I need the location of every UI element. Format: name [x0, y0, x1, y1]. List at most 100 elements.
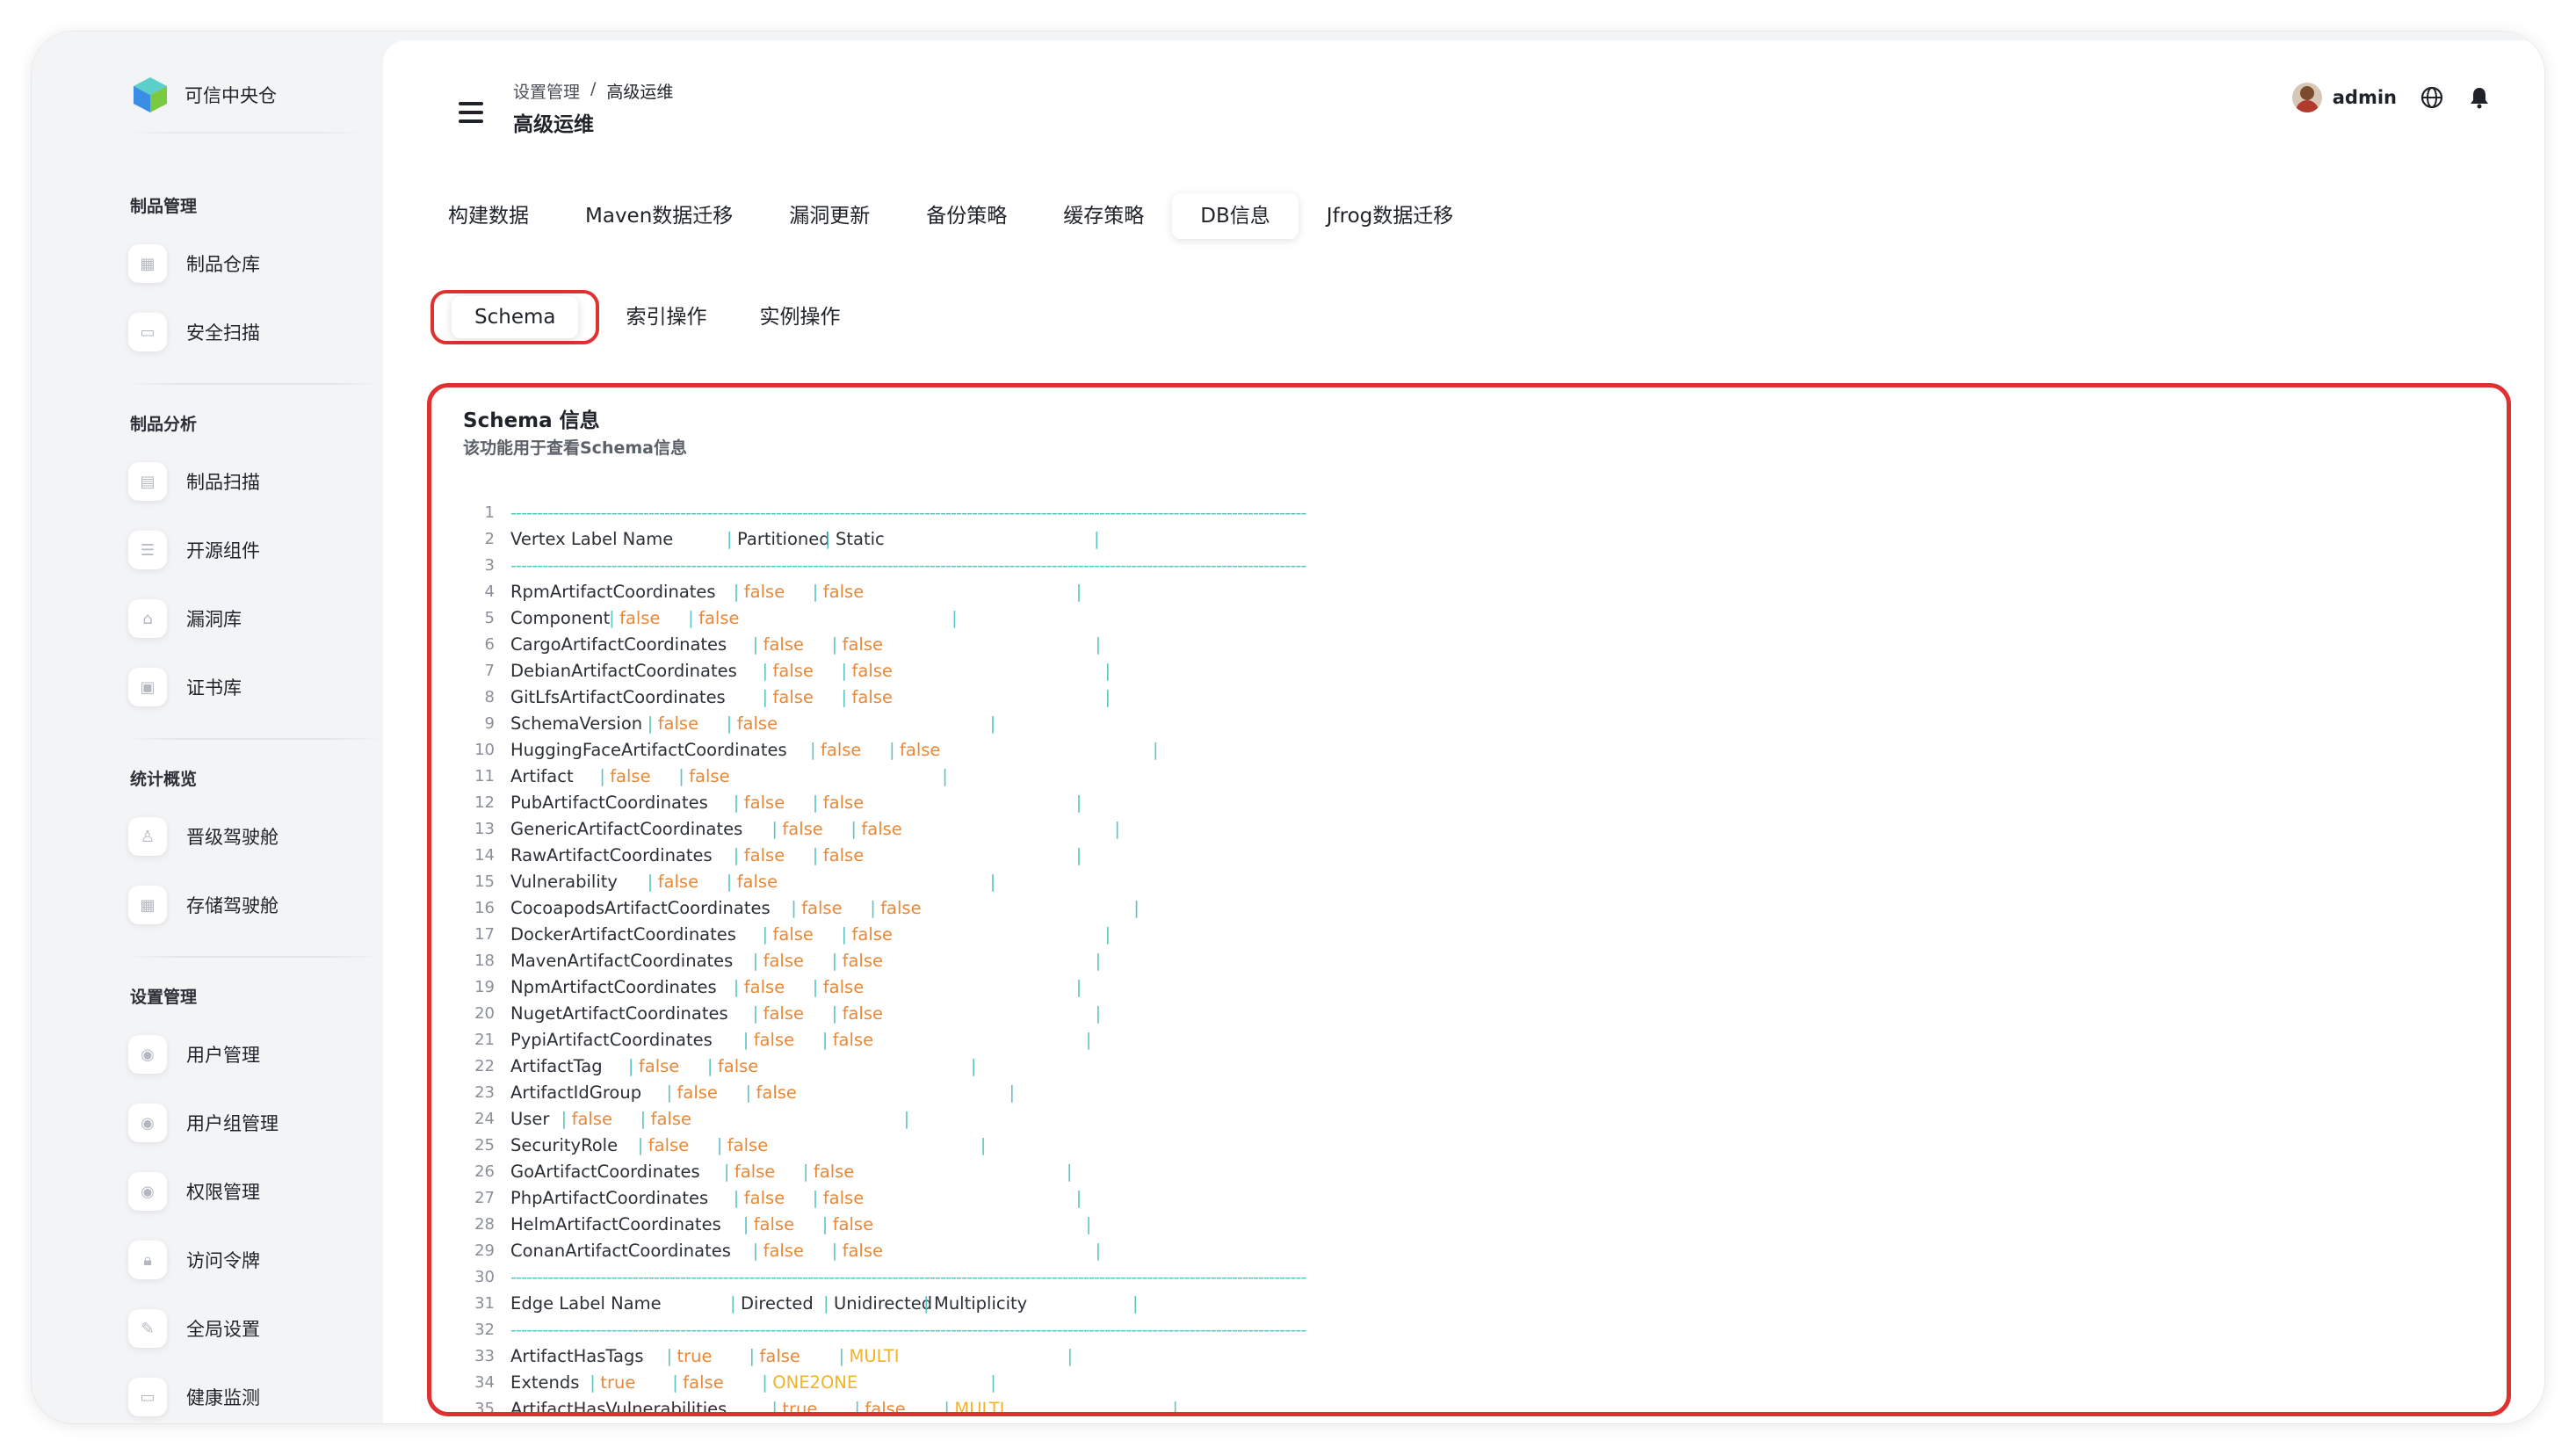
vertex-name: GitLfsArtifactCoordinates: [510, 687, 726, 707]
static-value: false: [822, 793, 865, 813]
sidebar-item-promotion-cockpit[interactable]: ♙ 晋级驾驶舱: [128, 812, 392, 861]
pipe: |: [666, 1346, 673, 1366]
vertex-name: HelmArtifactCoordinates: [510, 1214, 721, 1234]
pipe: |: [1067, 1346, 1074, 1366]
bug-icon: ⌂: [128, 599, 167, 638]
code-line: 30 --------------------------------------…: [456, 1264, 1510, 1291]
pipe: |: [706, 1056, 713, 1076]
static-value: false: [650, 1109, 691, 1129]
sidebar-item-storage-cockpit[interactable]: ▦ 存储驾驶舱: [128, 880, 392, 930]
tab-build-data[interactable]: 构建数据: [420, 193, 557, 239]
schema-title: Schema 信息: [463, 409, 600, 432]
app-logo[interactable]: 可信中央仓: [130, 72, 277, 118]
sidebar-item-global-settings[interactable]: ✎ 全局设置: [128, 1304, 392, 1353]
sidebar-item-health-monitor[interactable]: ▭ 健康监测: [128, 1372, 392, 1422]
code-line: 20 NugetArtifactCoordinates | false | false |: [456, 1001, 1510, 1027]
pipe: |: [733, 1188, 740, 1208]
partitioned-value: false: [801, 898, 843, 918]
breadcrumb-parent[interactable]: 设置管理: [513, 79, 580, 103]
pipe: |: [812, 1188, 819, 1208]
pipe: |: [812, 582, 819, 602]
partitioned-value: false: [657, 872, 699, 892]
static-value: false: [851, 924, 893, 945]
pipe: |: [1085, 1214, 1092, 1234]
sidebar-item-permission-mgmt[interactable]: ◉ 权限管理: [128, 1167, 392, 1216]
breadcrumb-current: 高级运维: [606, 83, 674, 102]
tab-jfrog-migration[interactable]: Jfrog数据迁移: [1299, 193, 1482, 239]
vertex-name: Vulnerability: [510, 872, 618, 892]
menu-toggle-icon[interactable]: [459, 102, 483, 123]
vertex-name: MavenArtifactCoordinates: [510, 951, 734, 971]
sidebar-item-group-mgmt[interactable]: ◉ 用户组管理: [128, 1098, 392, 1147]
pipe: |: [970, 1056, 977, 1076]
divider: [127, 738, 381, 740]
partitioned-value: false: [610, 766, 651, 786]
tab-backup-policy[interactable]: 备份策略: [898, 193, 1035, 239]
sidebar-item-artifact-repo[interactable]: ▦ 制品仓库: [128, 239, 392, 288]
sidebar-item-cert-db[interactable]: ▣ 证书库: [128, 662, 392, 712]
code-line: 25 SecurityRole | false | false |: [456, 1133, 1510, 1159]
sidebar-item-label: 安全扫描: [186, 322, 260, 344]
pipe: |: [841, 924, 848, 945]
header-actions: admin: [2291, 83, 2492, 112]
vertex-name: GenericArtifactCoordinates: [510, 819, 743, 839]
line-number: 26: [474, 1162, 495, 1181]
tab-maven-migration[interactable]: Maven数据迁移: [557, 193, 761, 239]
section-title-stats: 统计概览: [130, 770, 198, 789]
sidebar-item-label: 开源组件: [186, 540, 260, 561]
main-content: 设置管理 / 高级运维 高级运维 admin 构建数据 Maven数据迁移 漏洞…: [383, 40, 2544, 1423]
line-number: 13: [474, 820, 495, 838]
static-value: false: [900, 740, 941, 760]
subtab-schema[interactable]: Schema: [431, 290, 600, 344]
pipe: |: [812, 977, 819, 997]
code-line: 23 ArtifactIdGroup | false | false |: [456, 1080, 1510, 1106]
code-line: 8 GitLfsArtifactCoordinates | false | false |: [456, 684, 1510, 711]
sidebar-item-vuln-db[interactable]: ⌂ 漏洞库: [128, 594, 392, 643]
unidirected-value: false: [865, 1399, 906, 1416]
line-number: 16: [474, 899, 495, 917]
vertex-name: CocoapodsArtifactCoordinates: [510, 898, 771, 918]
subtab-instance-ops[interactable]: 实例操作: [733, 290, 866, 344]
pipe: |: [903, 1109, 910, 1129]
static-value: false: [880, 898, 922, 918]
code-line: 3 ---------------------------------------…: [456, 553, 1510, 579]
static-value: false: [832, 1030, 874, 1050]
globe-icon[interactable]: [2420, 85, 2444, 110]
line-number: 19: [474, 978, 495, 996]
partitioned-value: false: [743, 582, 785, 602]
sidebar-item-user-mgmt[interactable]: ◉ 用户管理: [128, 1030, 392, 1079]
subtab-label: Schema: [452, 296, 579, 338]
sidebar-item-artifact-scan[interactable]: ▤ 制品扫描: [128, 457, 392, 506]
static-value: false: [736, 872, 778, 892]
vertex-name: CargoArtifactCoordinates: [510, 634, 727, 655]
bell-icon[interactable]: [2467, 85, 2492, 110]
static-value: false: [832, 1214, 874, 1234]
line-number: 28: [474, 1215, 495, 1234]
pipe: |: [870, 898, 876, 918]
code-line: 15 Vulnerability | false | false |: [456, 869, 1510, 895]
sidebar-item-security-scan[interactable]: ▭ 安全扫描: [128, 308, 392, 357]
user-name[interactable]: admin: [2333, 87, 2397, 108]
avatar[interactable]: [2291, 83, 2322, 112]
tab-vuln-update[interactable]: 漏洞更新: [761, 193, 898, 239]
partitioned-value: false: [772, 661, 814, 681]
pipe: |: [716, 1135, 723, 1155]
tab-db-info[interactable]: DB信息: [1172, 193, 1299, 239]
pipe: |: [841, 687, 848, 707]
pipe: |: [678, 766, 684, 786]
static-value: false: [756, 1082, 797, 1103]
sidebar-item-access-token[interactable]: 🔒︎ 访问令牌: [128, 1235, 392, 1285]
directed-value: true: [677, 1346, 713, 1366]
pipe: |: [762, 687, 769, 707]
pipe: |: [889, 740, 895, 760]
vertex-name: ConanArtifactCoordinates: [510, 1241, 731, 1261]
pipe: |: [1075, 582, 1082, 602]
pipe: |: [745, 1082, 752, 1103]
directed-value: true: [600, 1372, 636, 1393]
sidebar-item-open-source[interactable]: ☰ 开源组件: [128, 525, 392, 575]
header-cell: Unidirected: [834, 1293, 933, 1314]
subtab-index-ops[interactable]: 索引操作: [599, 290, 733, 344]
line-number: 11: [474, 767, 495, 785]
tab-cache-policy[interactable]: 缓存策略: [1035, 193, 1172, 239]
pipe: |: [640, 1109, 647, 1129]
